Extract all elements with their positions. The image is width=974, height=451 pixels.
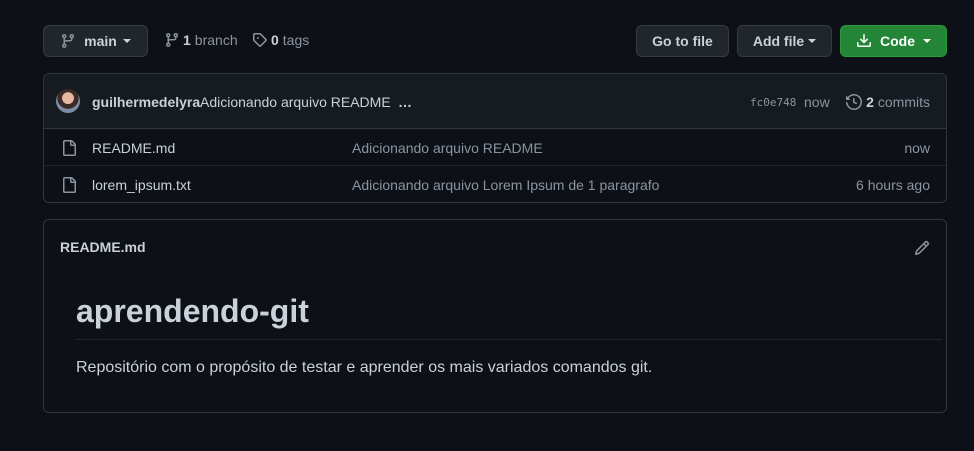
branches-link[interactable]: 1 branch bbox=[164, 32, 238, 48]
readme-body: Repositório com o propósito de testar e … bbox=[76, 359, 653, 376]
readme-box: README.md aprendendo-git Repositório com… bbox=[43, 219, 947, 413]
go-to-file-button[interactable]: Go to file bbox=[636, 25, 729, 57]
chevron-down-icon bbox=[122, 39, 131, 43]
readme-filename[interactable]: README.md bbox=[60, 239, 146, 255]
file-time: now bbox=[904, 140, 930, 156]
commits-label: commits bbox=[877, 94, 930, 110]
tags-link[interactable]: 0 tags bbox=[252, 32, 309, 48]
file-time: 6 hours ago bbox=[856, 177, 930, 193]
file-icon bbox=[63, 140, 76, 156]
chevron-down-icon bbox=[923, 39, 931, 43]
add-file-label: Add file bbox=[752, 33, 805, 49]
download-icon bbox=[857, 34, 871, 47]
commit-message[interactable]: Adicionando arquivo README bbox=[200, 94, 391, 110]
branches-count: 1 bbox=[183, 32, 191, 48]
commit-ellipsis-button[interactable]: … bbox=[398, 94, 412, 110]
branch-select-button[interactable]: main bbox=[43, 25, 148, 57]
file-row: README.md Adicionando arquivo README now bbox=[44, 129, 946, 166]
commit-time: now bbox=[804, 94, 830, 110]
git-branch-icon bbox=[166, 32, 178, 48]
commit-hash[interactable]: fc0e748 bbox=[750, 96, 796, 109]
avatar[interactable] bbox=[56, 89, 80, 113]
git-branch-icon bbox=[62, 33, 75, 49]
file-commit-message[interactable]: Adicionando arquivo Lorem Ipsum de 1 par… bbox=[352, 177, 659, 193]
go-to-file-label: Go to file bbox=[652, 33, 713, 49]
file-commit-message[interactable]: Adicionando arquivo README bbox=[352, 140, 543, 156]
add-file-button[interactable]: Add file bbox=[737, 25, 832, 57]
file-name[interactable]: README.md bbox=[92, 140, 175, 156]
history-icon bbox=[846, 94, 863, 110]
pencil-icon[interactable] bbox=[914, 240, 930, 256]
chevron-down-icon bbox=[808, 39, 817, 43]
file-icon bbox=[63, 177, 76, 193]
tags-count: 0 bbox=[271, 32, 279, 48]
commits-link[interactable]: 2 commits bbox=[846, 94, 930, 110]
readme-heading: aprendendo-git bbox=[76, 293, 942, 340]
tag-icon bbox=[253, 33, 267, 47]
commits-count: 2 bbox=[866, 94, 874, 110]
branch-select-label: main bbox=[84, 33, 117, 49]
file-browser: guilhermedelyra Adicionando arquivo READ… bbox=[43, 73, 947, 203]
commit-author[interactable]: guilhermedelyra bbox=[92, 94, 200, 110]
code-label: Code bbox=[880, 33, 915, 49]
file-row: lorem_ipsum.txt Adicionando arquivo Lore… bbox=[44, 166, 946, 203]
tags-label: tags bbox=[282, 32, 310, 48]
code-button[interactable]: Code bbox=[840, 25, 947, 57]
branches-label: branch bbox=[194, 32, 238, 48]
latest-commit-bar: guilhermedelyra Adicionando arquivo READ… bbox=[44, 74, 946, 129]
file-name[interactable]: lorem_ipsum.txt bbox=[92, 177, 191, 193]
